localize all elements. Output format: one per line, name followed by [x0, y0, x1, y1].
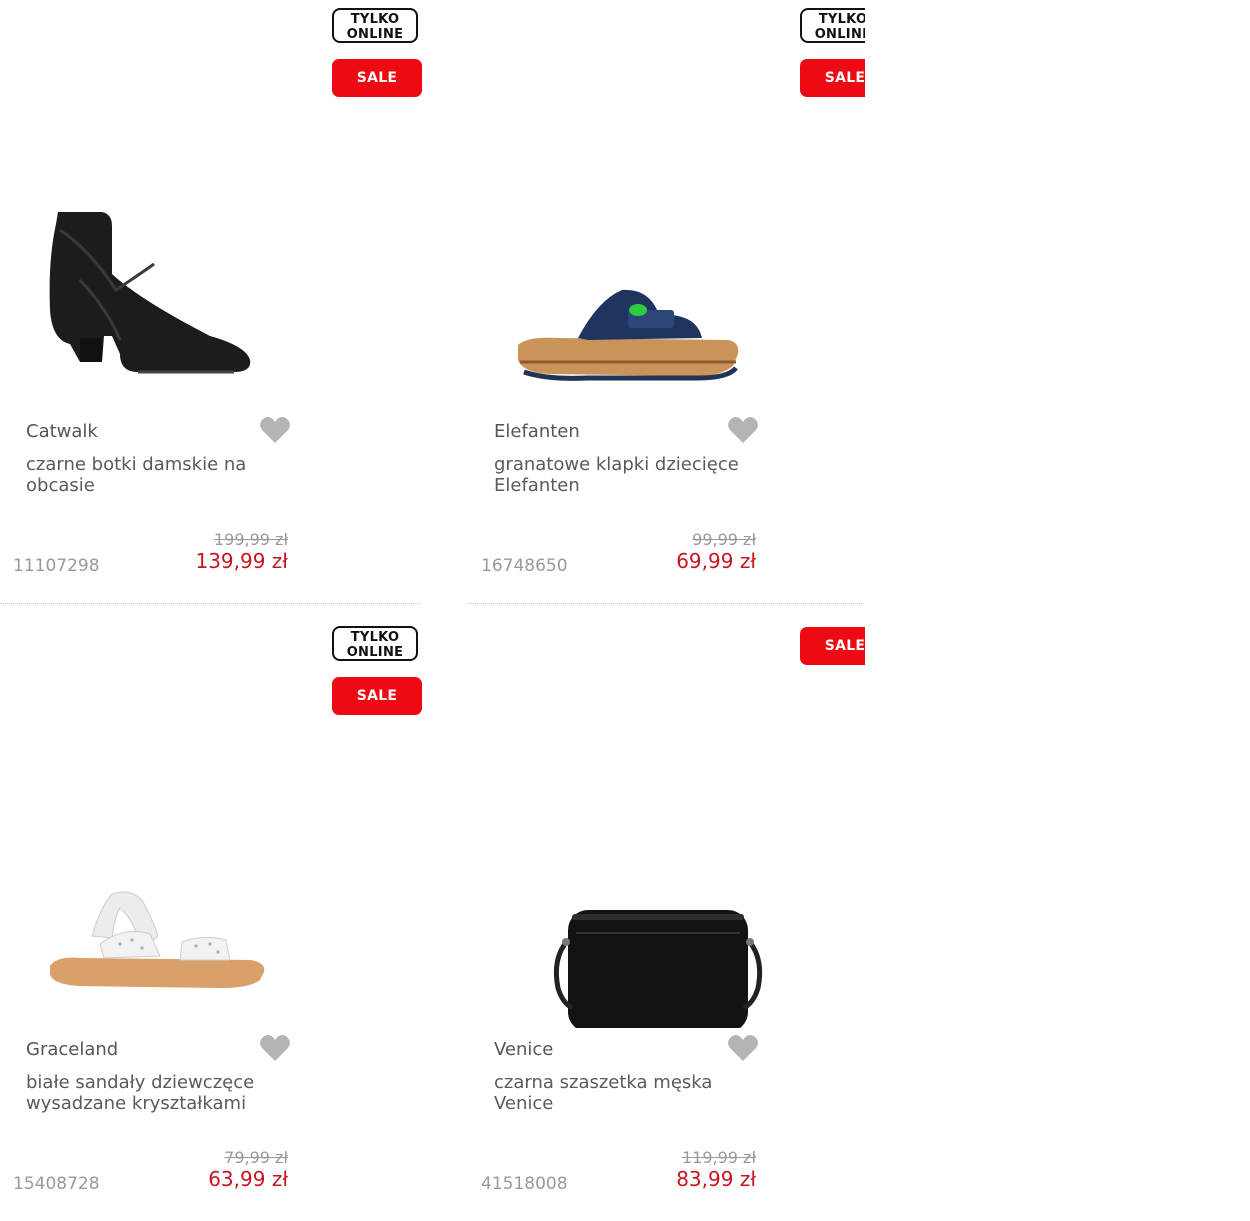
- sale-price: 139,99 zł: [195, 549, 288, 573]
- card-divider: [468, 603, 865, 604]
- product-brand: Graceland: [26, 1039, 119, 1060]
- sale-badge: SALE: [800, 627, 865, 665]
- online-only-badge: TYLKO ONLINE: [332, 8, 418, 43]
- old-price: 79,99 zł: [224, 1148, 288, 1167]
- product-title[interactable]: białe sandały dziewczęce wysadzane krysz…: [26, 1072, 276, 1114]
- sale-price: 83,99 zł: [676, 1167, 756, 1191]
- online-only-badge: TYLKO ONLINE: [332, 626, 418, 661]
- product-card[interactable]: TYLKO ONLINE SALE Elefanten granatowe kl…: [468, 0, 865, 604]
- product-title[interactable]: granatowe klapki dziecięce Elefanten: [494, 454, 744, 496]
- product-card[interactable]: TYLKO ONLINE SALE Catwalk czarne botki d…: [0, 0, 422, 604]
- card-divider: [0, 603, 420, 604]
- heart-icon[interactable]: [259, 415, 291, 445]
- heart-icon[interactable]: [259, 1033, 291, 1063]
- old-price: 99,99 zł: [692, 530, 756, 549]
- sale-badge: SALE: [800, 59, 865, 97]
- ankle-boot-image[interactable]: [20, 140, 320, 410]
- product-card[interactable]: SALE Venice czarna szaszetka męska Venic…: [468, 618, 865, 1221]
- product-brand: Elefanten: [494, 421, 580, 442]
- heart-icon[interactable]: [727, 415, 759, 445]
- strap-sandal-image[interactable]: [20, 758, 320, 1028]
- sale-badge: SALE: [332, 59, 422, 97]
- sale-price: 69,99 zł: [676, 549, 756, 573]
- product-title[interactable]: czarne botki damskie na obcasie: [26, 454, 276, 496]
- crossbody-bag-image[interactable]: [488, 758, 788, 1032]
- product-brand: Catwalk: [26, 421, 98, 442]
- product-sku: 16748650: [481, 556, 568, 576]
- product-sku: 41518008: [481, 1174, 568, 1194]
- sale-price: 63,99 zł: [208, 1167, 288, 1191]
- product-sku: 11107298: [13, 556, 100, 576]
- product-sku: 15408728: [13, 1174, 100, 1194]
- sale-badge: SALE: [332, 677, 422, 715]
- old-price: 199,99 zł: [213, 530, 288, 549]
- old-price: 119,99 zł: [681, 1148, 756, 1167]
- product-title[interactable]: czarna szaszetka męska Venice: [494, 1072, 744, 1114]
- slide-sandal-image[interactable]: [488, 140, 788, 410]
- product-brand: Venice: [494, 1039, 554, 1060]
- heart-icon[interactable]: [727, 1033, 759, 1063]
- product-grid: TYLKO ONLINE SALE Catwalk czarne botki d…: [0, 0, 865, 1221]
- online-only-badge: TYLKO ONLINE: [800, 8, 865, 43]
- product-card[interactable]: TYLKO ONLINE SALE Graceland białe sandał…: [0, 618, 422, 1221]
